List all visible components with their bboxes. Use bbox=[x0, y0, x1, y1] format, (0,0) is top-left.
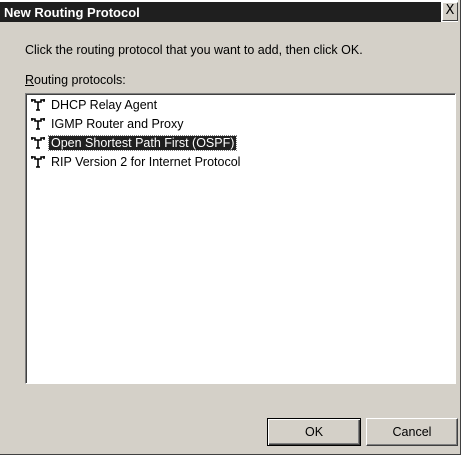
new-routing-protocol-dialog: New Routing Protocol X Click the routing… bbox=[0, 0, 461, 455]
routing-protocol-icon bbox=[31, 118, 45, 130]
title-bar-fill: New Routing Protocol bbox=[0, 2, 441, 22]
list-item-ospf[interactable]: Open Shortest Path First (OSPF) bbox=[30, 135, 238, 152]
routing-protocol-icon bbox=[31, 99, 45, 111]
cancel-button[interactable]: Cancel bbox=[366, 418, 458, 446]
routing-protocol-icon bbox=[31, 156, 45, 168]
ok-button[interactable]: OK bbox=[267, 418, 361, 446]
list-item-dhcp-relay-agent[interactable]: DHCP Relay Agent bbox=[30, 97, 159, 114]
close-button[interactable]: X bbox=[442, 2, 458, 21]
list-item-label: DHCP Relay Agent bbox=[51, 98, 158, 112]
dialog-title: New Routing Protocol bbox=[4, 5, 140, 20]
list-item-rip-version-2[interactable]: RIP Version 2 for Internet Protocol bbox=[30, 154, 242, 171]
label-mnemonic: R bbox=[25, 73, 35, 87]
routing-protocol-icon bbox=[31, 137, 45, 149]
list-item-label: IGMP Router and Proxy bbox=[51, 117, 184, 131]
instruction-text: Click the routing protocol that you want… bbox=[25, 43, 363, 57]
list-item-igmp-router-and-proxy[interactable]: IGMP Router and Proxy bbox=[30, 116, 185, 133]
list-item-label: RIP Version 2 for Internet Protocol bbox=[51, 155, 241, 169]
list-item-label: Open Shortest Path First (OSPF) bbox=[47, 135, 238, 151]
routing-protocols-label: Routing protocols: bbox=[25, 73, 126, 87]
close-icon: X bbox=[445, 3, 455, 18]
title-bar[interactable]: New Routing Protocol X bbox=[0, 0, 458, 22]
label-text: outing protocols: bbox=[34, 73, 126, 87]
routing-protocols-list[interactable]: DHCP Relay Agent IGMP Router and Proxy O… bbox=[25, 93, 456, 384]
